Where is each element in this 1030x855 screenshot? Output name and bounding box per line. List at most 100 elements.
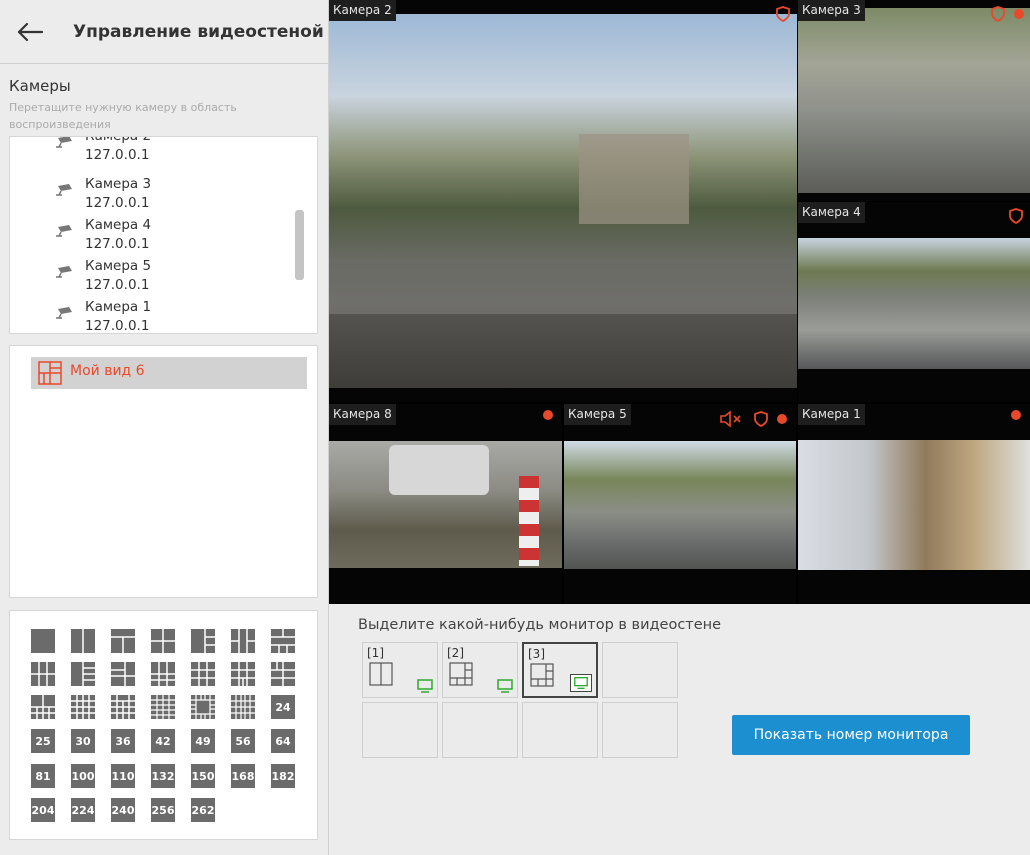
cameras-hint: Перетащите нужную камеру в область воспр… bbox=[9, 101, 237, 131]
layout-182-button[interactable]: 182 bbox=[271, 764, 295, 788]
layout-20b-button[interactable] bbox=[191, 695, 215, 719]
monitor-7[interactable] bbox=[522, 702, 598, 758]
layout-2-icon bbox=[369, 662, 393, 686]
video-frame bbox=[564, 441, 796, 569]
back-button[interactable] bbox=[0, 0, 60, 64]
record-indicator bbox=[1014, 9, 1024, 19]
layout-150-button[interactable]: 150 bbox=[191, 764, 215, 788]
layout-262-button[interactable]: 262 bbox=[191, 798, 215, 822]
layout-16b-button[interactable] bbox=[111, 695, 135, 719]
layout-132-button[interactable]: 132 bbox=[151, 764, 175, 788]
monitor-icon bbox=[570, 674, 592, 692]
layout-24-button[interactable]: 24 bbox=[271, 695, 295, 719]
shield-icon bbox=[991, 6, 1005, 22]
camera-icon bbox=[56, 307, 72, 319]
layout-13-button[interactable] bbox=[31, 695, 55, 719]
camera-ip: 127.0.0.1 bbox=[85, 195, 150, 211]
cell-indicators bbox=[1011, 410, 1021, 420]
camera-ip: 127.0.0.1 bbox=[85, 277, 150, 293]
monitor-8[interactable] bbox=[602, 702, 678, 758]
monitor-6[interactable] bbox=[442, 702, 518, 758]
video-frame bbox=[329, 14, 797, 388]
layout-5-button[interactable] bbox=[191, 629, 215, 653]
layout-100-button[interactable]: 100 bbox=[71, 764, 95, 788]
layout-12-button[interactable] bbox=[271, 662, 295, 686]
camera-list-item[interactable]: Камера 2 127.0.0.1 bbox=[10, 136, 290, 168]
cell-label: Камера 5 bbox=[564, 404, 631, 425]
layout-30-button[interactable]: 30 bbox=[71, 729, 95, 753]
camera-list-item[interactable]: Камера 1 127.0.0.1 bbox=[10, 298, 290, 333]
layout-10-button[interactable] bbox=[231, 662, 255, 686]
shield-icon bbox=[754, 411, 768, 427]
video-cell-camera-5[interactable]: Камера 5 bbox=[564, 404, 796, 604]
layout-7-button[interactable] bbox=[71, 662, 95, 686]
monitor-2[interactable]: [2] bbox=[442, 642, 518, 698]
layout-224-button[interactable]: 224 bbox=[71, 798, 95, 822]
layout-8b-button[interactable] bbox=[151, 662, 175, 686]
layout-6-button[interactable] bbox=[231, 629, 255, 653]
layout-view-icon bbox=[38, 361, 62, 385]
layout-1-button[interactable] bbox=[31, 629, 55, 653]
video-cell-camera-8[interactable]: Камера 8 bbox=[329, 404, 562, 604]
camera-list-item[interactable]: Камера 5 127.0.0.1 bbox=[10, 257, 290, 298]
views-panel: Мой вид 6 bbox=[9, 345, 318, 598]
layout-240-button[interactable]: 240 bbox=[111, 798, 135, 822]
layout-6b-button[interactable] bbox=[271, 629, 295, 653]
layout-6c-button[interactable] bbox=[31, 662, 55, 686]
layout-110-button[interactable]: 110 bbox=[111, 764, 135, 788]
view-item[interactable]: Мой вид 6 bbox=[31, 357, 307, 389]
camera-list-scrollbar[interactable] bbox=[295, 210, 304, 280]
layout-16-button[interactable] bbox=[71, 695, 95, 719]
record-indicator bbox=[543, 410, 553, 420]
layout-20-button[interactable] bbox=[151, 695, 175, 719]
monitor-icon bbox=[417, 679, 433, 693]
view-label: Мой вид 6 bbox=[70, 363, 145, 379]
layout-64-button[interactable]: 64 bbox=[271, 729, 295, 753]
video-cell-camera-3[interactable]: Камера 3 bbox=[798, 0, 1030, 201]
record-indicator bbox=[777, 414, 787, 424]
cell-label: Камера 2 bbox=[329, 0, 396, 21]
video-cell-camera-1[interactable]: Камера 1 bbox=[798, 404, 1030, 604]
layout-168-button[interactable]: 168 bbox=[231, 764, 255, 788]
monitor-number: [1] bbox=[367, 646, 384, 660]
show-monitor-number-button[interactable]: Показать номер монитора bbox=[732, 715, 970, 755]
monitor-3[interactable]: [3] bbox=[522, 642, 598, 698]
layout-4-button[interactable] bbox=[151, 629, 175, 653]
layout-49-button[interactable]: 49 bbox=[191, 729, 215, 753]
cell-indicators bbox=[990, 6, 1024, 22]
video-cell-camera-4[interactable]: Камера 4 bbox=[798, 202, 1030, 402]
cell-indicators bbox=[775, 6, 791, 22]
video-cell-camera-2[interactable]: Камера 2 bbox=[329, 0, 797, 402]
camera-icon bbox=[56, 266, 72, 278]
cell-indicators bbox=[1008, 208, 1024, 224]
layout-256-button[interactable]: 256 bbox=[151, 798, 175, 822]
camera-list[interactable]: Камера 2 127.0.0.1 Камера 3 127.0.0.1 Ка… bbox=[9, 136, 318, 334]
layout-5-icon bbox=[449, 662, 473, 686]
layout-6-icon bbox=[530, 663, 554, 687]
layout-56-button[interactable]: 56 bbox=[231, 729, 255, 753]
layout-81-button[interactable]: 81 bbox=[31, 764, 55, 788]
layout-25-button[interactable]: 25 bbox=[31, 729, 55, 753]
video-frame bbox=[798, 8, 1030, 193]
monitor-hint: Выделите какой-нибудь монитор в видеосте… bbox=[358, 617, 722, 633]
layout-9-button[interactable] bbox=[191, 662, 215, 686]
monitor-4[interactable] bbox=[602, 642, 678, 698]
shield-icon bbox=[1009, 208, 1023, 224]
layout-20c-button[interactable] bbox=[231, 695, 255, 719]
layout-36-button[interactable]: 36 bbox=[111, 729, 135, 753]
camera-ip: 127.0.0.1 bbox=[85, 236, 150, 252]
camera-name: Камера 2 bbox=[85, 136, 152, 144]
layout-42-button[interactable]: 42 bbox=[151, 729, 175, 753]
layout-2-vertical-button[interactable] bbox=[71, 629, 95, 653]
layout-204-button[interactable]: 204 bbox=[31, 798, 55, 822]
monitor-1[interactable]: [1] bbox=[362, 642, 438, 698]
monitor-number: [2] bbox=[447, 646, 464, 660]
camera-list-item[interactable]: Камера 4 127.0.0.1 bbox=[10, 216, 290, 257]
cell-indicators bbox=[719, 410, 787, 428]
monitor-5[interactable] bbox=[362, 702, 438, 758]
arrow-left-icon bbox=[17, 22, 44, 41]
camera-icon bbox=[56, 225, 72, 237]
layout-8-button[interactable] bbox=[111, 662, 135, 686]
camera-list-item[interactable]: Камера 3 127.0.0.1 bbox=[10, 175, 290, 216]
layout-3-top-button[interactable] bbox=[111, 629, 135, 653]
